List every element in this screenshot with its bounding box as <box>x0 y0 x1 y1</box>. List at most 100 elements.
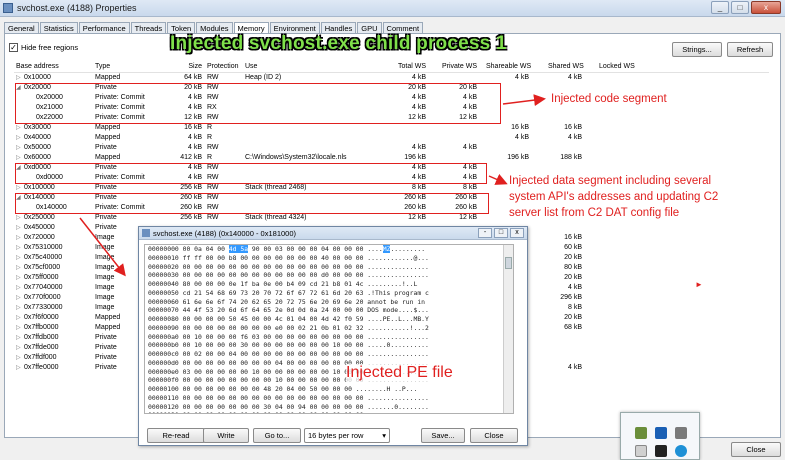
size-cell: 16 kB <box>184 124 202 131</box>
collapsed-arrow-icon[interactable]: ▷ <box>16 134 24 141</box>
total-ws-cell: 12 kB <box>408 214 426 221</box>
collapsed-arrow-icon[interactable]: ▷ <box>16 224 24 231</box>
bytes-per-row-value: 16 bytes per row <box>308 431 364 440</box>
collapsed-arrow-icon[interactable]: ▷ <box>16 344 24 351</box>
col-private-ws[interactable]: Private WS <box>439 63 477 70</box>
collapsed-arrow-icon[interactable]: ▷ <box>16 334 24 341</box>
bluetooth-icon[interactable] <box>655 427 667 439</box>
window-title-bar: svchost.exe (4188) Properties _ □ x <box>0 0 785 17</box>
collapsed-arrow-icon[interactable]: ▷ <box>16 264 24 271</box>
hex-text: 00000050 cd 21 54 68 69 73 20 70 72 6f 6… <box>148 288 429 297</box>
type-cell: Private <box>95 184 117 191</box>
strings-button[interactable]: Strings... <box>672 42 722 57</box>
checkbox-box[interactable]: ✓ <box>9 43 18 52</box>
col-shareable-ws[interactable]: Shareable WS <box>486 63 531 70</box>
close-button[interactable]: Close <box>731 442 781 457</box>
col-total-ws[interactable]: Total WS <box>386 63 426 70</box>
device-icon[interactable] <box>675 427 687 439</box>
collapsed-arrow-icon[interactable]: ▷ <box>16 364 24 371</box>
col-locked-ws[interactable]: Locked WS <box>599 63 635 70</box>
hex-scrollbar[interactable] <box>503 245 513 413</box>
reread-button[interactable]: Re-read <box>147 428 205 443</box>
hex-window-icon <box>142 229 150 237</box>
collapsed-arrow-icon[interactable]: ▷ <box>16 304 24 311</box>
col-use[interactable]: Use <box>245 63 257 70</box>
base-address-cell: ▷ 0x10000 <box>16 74 51 81</box>
monitor-icon[interactable] <box>655 445 667 457</box>
hex-line: 00000120 00 00 00 00 00 00 00 30 04 00 9… <box>145 403 513 412</box>
type-cell: Image <box>95 254 115 261</box>
close-window-button[interactable]: x <box>751 1 781 14</box>
hex-maximize-button[interactable]: □ <box>494 228 508 238</box>
collapsed-arrow-icon[interactable]: ▷ <box>16 234 24 241</box>
table-row[interactable]: ▷ 0x50000 Private 4 kB RW 4 kB 4 kB <box>14 143 769 153</box>
shared-ws-cell: 20 kB <box>564 314 582 321</box>
collapsed-arrow-icon[interactable]: ▷ <box>16 244 24 251</box>
hex-dump-view[interactable]: 00000000 00 0a 04 00 4d 5a 90 00 03 00 0… <box>144 244 514 414</box>
collapsed-arrow-icon[interactable]: ▷ <box>16 294 24 301</box>
skype-icon[interactable] <box>675 445 687 457</box>
base-address-cell: ▷ 0x7ffdb000 <box>16 334 59 341</box>
collapsed-arrow-icon[interactable]: ▷ <box>16 324 24 331</box>
size-cell: 64 kB <box>184 74 202 81</box>
base-address-cell: ▷ 0x7ffdf000 <box>16 354 57 361</box>
shared-ws-cell: 80 kB <box>564 264 582 271</box>
bytes-per-row-select[interactable]: 16 bytes per row ▾ <box>304 428 390 443</box>
save-button[interactable]: Save... <box>421 428 465 443</box>
collapsed-arrow-icon[interactable]: ▷ <box>16 124 24 131</box>
collapsed-arrow-icon[interactable]: ▷ <box>16 144 24 151</box>
collapsed-arrow-icon[interactable]: ▷ <box>16 184 24 191</box>
collapsed-arrow-icon[interactable]: ▷ <box>16 354 24 361</box>
hex-text: 000000b0 00 10 00 00 00 30 00 00 00 00 0… <box>148 341 429 350</box>
data-segment-annotation-line2: system API's addresses and updating C2 <box>509 191 719 203</box>
address-text: 0x10000 <box>24 74 51 81</box>
base-address-cell: ▷ 0x250000 <box>16 214 55 221</box>
code-segment-highlight <box>15 83 501 124</box>
collapsed-arrow-icon[interactable]: ▷ <box>16 214 24 221</box>
base-address-cell: ▷ 0x77040000 <box>16 284 63 291</box>
table-row[interactable]: ▷ 0x10000 Mapped 64 kB RW Heap (ID 2) 4 kB 4 kB… <box>14 73 769 83</box>
hex-close-button[interactable]: Close <box>470 428 518 443</box>
hex-line: 00000110 00 00 00 00 00 00 00 00 00 00 0… <box>145 394 513 403</box>
collapsed-arrow-icon[interactable]: ▷ <box>16 74 24 81</box>
size-cell: 4 kB <box>187 134 202 141</box>
address-text: 0x40000 <box>24 134 51 141</box>
col-type[interactable]: Type <box>95 63 110 70</box>
protection-cell: R <box>207 124 213 131</box>
write-button[interactable]: Write <box>203 428 249 443</box>
hide-free-regions-label: Hide free regions <box>21 43 79 52</box>
goto-button[interactable]: Go to... <box>253 428 301 443</box>
hex-text: 00000060 61 6e 6e 6f 74 20 62 65 20 72 7… <box>148 297 429 306</box>
protection-cell: RW <box>207 184 219 191</box>
hide-free-regions-checkbox[interactable]: ✓ Hide free regions <box>9 43 78 52</box>
use-cell: Stack (thread 4324) <box>245 214 307 221</box>
hex-minimize-button[interactable]: - <box>478 228 492 238</box>
scroll-thumb[interactable] <box>505 257 512 269</box>
base-address-cell: ▷ 0x75ff0000 <box>16 274 59 281</box>
document-icon[interactable] <box>635 445 647 457</box>
network-icon[interactable] <box>635 427 647 439</box>
memory-hex-viewer-window[interactable]: svchost.exe (4188) (0x140000 - 0x181000)… <box>138 226 528 446</box>
collapsed-arrow-icon[interactable]: ▷ <box>16 254 24 261</box>
collapsed-arrow-icon[interactable]: ▷ <box>16 284 24 291</box>
collapsed-arrow-icon[interactable]: ▷ <box>16 154 24 161</box>
hex-line: 00000080 00 00 00 00 50 45 00 00 4c 01 0… <box>145 315 513 324</box>
maximize-button[interactable]: □ <box>731 1 749 14</box>
table-row[interactable]: ▷ 0x30000 Mapped 16 kB R 16 kB 16 kB <box>14 123 769 133</box>
col-shared-ws[interactable]: Shared WS <box>548 63 584 70</box>
minimize-button[interactable]: _ <box>711 1 729 14</box>
table-row[interactable]: ▷ 0x60000 Mapped 412 kB R C:\Windows\System32… <box>14 153 769 163</box>
collapsed-arrow-icon[interactable]: ▷ <box>16 314 24 321</box>
address-text: 0x30000 <box>24 124 51 131</box>
hex-close-x-button[interactable]: x <box>510 228 524 238</box>
address-text: 0x75310000 <box>24 244 63 251</box>
size-cell: 256 kB <box>180 184 202 191</box>
col-base-address[interactable]: Base address <box>16 63 59 70</box>
refresh-button[interactable]: Refresh <box>727 42 773 57</box>
type-cell: Private <box>95 224 117 231</box>
hex-text: 000000a0 00 10 00 00 00 f6 03 00 00 00 0… <box>148 332 429 341</box>
col-size[interactable]: Size <box>162 63 202 70</box>
col-protection[interactable]: Protection <box>207 63 239 70</box>
collapsed-arrow-icon[interactable]: ▷ <box>16 274 24 281</box>
table-row[interactable]: ▷ 0x40000 Mapped 4 kB R 4 kB 4 kB <box>14 133 769 143</box>
